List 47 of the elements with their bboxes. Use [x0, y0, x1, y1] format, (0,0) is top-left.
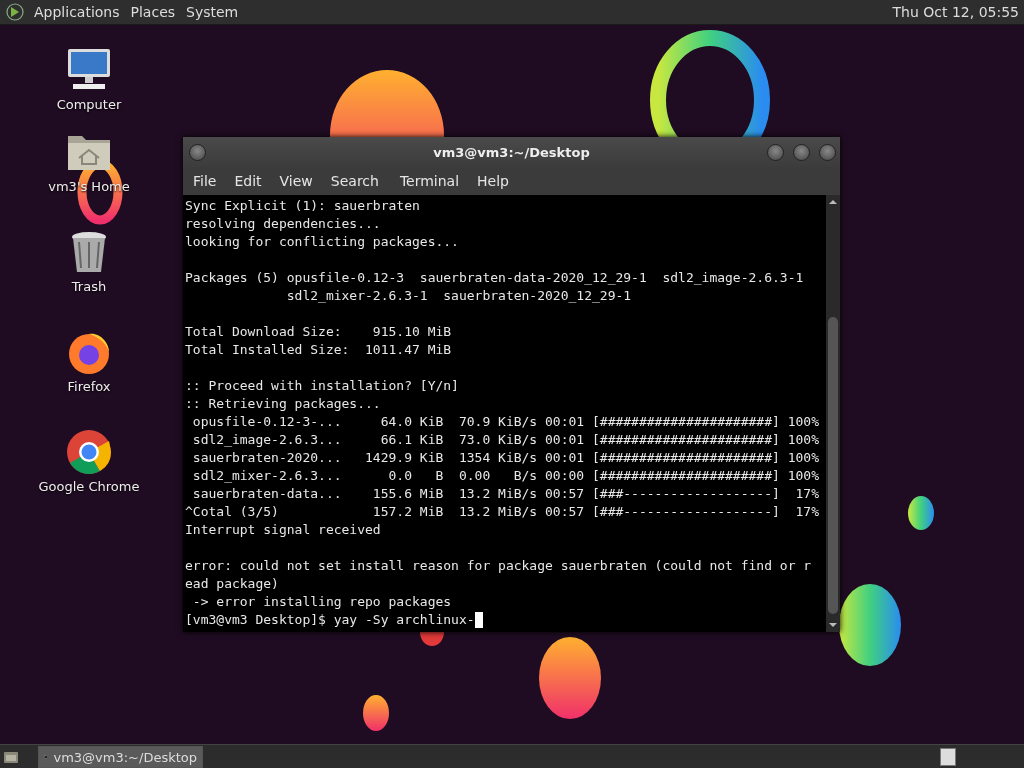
clock[interactable]: Thu Oct 12, 05:55 — [892, 4, 1024, 20]
desktop-icon-label[interactable]: Computer — [56, 97, 122, 112]
maximize-button[interactable] — [793, 143, 810, 161]
menu-item[interactable]: File — [184, 173, 226, 189]
terminal-line: ead package) — [185, 575, 280, 593]
terminal-line: ^Cotal (3/5) 157.2 MiB 13.2 MiB/s 00:57 [###-------------------] 17% — [185, 503, 820, 521]
terminal-line: opusfile-0.12-3-... 64.0 KiB 70.9 KiB/s 00:01 [######################] 100% — [191, 413, 820, 431]
terminal-line: sauerbraten-2020... 1429.9 KiB 1354 KiB/s 00:01 [######################] 100% — [191, 449, 820, 467]
terminal-line: Packages (5) opusfile-0.12-3 sauerbraten-data-2020_12_29-1 sdl2_image-2.6.3-1 — [185, 269, 805, 287]
terminal-line: error: could not set install reason for package sauerbraten (could not find or r — [185, 557, 813, 575]
terminal-line: :: Retrieving packages... — [185, 395, 382, 413]
terminal-line: Total Download Size: 915.10 MiB — [185, 323, 453, 341]
window-menu-button[interactable] — [189, 143, 206, 161]
terminal-line: Total Installed Size: 1011.47 MiB — [185, 341, 453, 359]
scroll-thumb[interactable] — [828, 317, 838, 614]
panel-menu[interactable]: System — [183, 4, 247, 20]
menu-item[interactable]: Terminal — [390, 173, 469, 189]
terminal-line: -> error installing repo packages — [191, 593, 453, 611]
terminal-line: Sync Explicit (1): sauerbraten — [185, 197, 421, 215]
terminal-line: Interrupt signal received — [185, 521, 382, 539]
command-prompt[interactable]: [vm3@vm3 Desktop]$ yay -Sy archlinux- — [185, 611, 475, 629]
show-desktop-icon[interactable] — [3, 749, 19, 765]
workspace-switcher[interactable] — [940, 748, 956, 766]
panel-menu[interactable]: Applications — [31, 4, 128, 20]
panel-menu[interactable]: Places — [127, 4, 184, 20]
desktop-icon-label[interactable]: Firefox — [67, 379, 111, 394]
menu-item[interactable]: View — [270, 173, 322, 189]
terminal-line: sauerbraten-data... 155.6 MiB 13.2 MiB/s 00:57 [###-------------------] 17% — [191, 485, 820, 503]
minimize-button[interactable] — [767, 143, 784, 161]
desktop-icon-label[interactable]: Trash — [71, 279, 107, 294]
terminal-line: sdl2_image-2.6.3... 66.1 KiB 73.0 KiB/s 00:01 [######################] 100% — [191, 431, 820, 449]
text-cursor — [474, 612, 483, 628]
desktop-icon-label[interactable]: Google Chrome — [38, 479, 140, 494]
terminal-line: sdl2_mixer-2.6.3-1 sauerbraten-2020_12_29-1 — [285, 287, 633, 305]
chrome-icon[interactable] — [65, 428, 113, 476]
menu-item[interactable]: Search — [321, 173, 391, 189]
terminal-line: :: Proceed with installation? [Y/n] — [185, 377, 460, 395]
menu-item[interactable]: Help — [468, 173, 518, 189]
menu-logo-icon[interactable] — [5, 2, 25, 22]
window-title: vm3@vm3:~/Desktop — [433, 144, 590, 160]
scrollbar[interactable] — [826, 195, 840, 632]
terminal-line: looking for conflicting packages... — [185, 233, 460, 251]
menu-item[interactable]: Edit — [225, 173, 271, 189]
taskbar-button[interactable]: vm3@vm3:~/Desktop — [38, 746, 203, 768]
close-button[interactable] — [819, 143, 836, 161]
terminal-line: sdl2_mixer-2.6.3... 0.0 B 0.00 B/s 00:00 [######################] 100% — [191, 467, 820, 485]
terminal-line: resolving dependencies... — [185, 215, 382, 233]
